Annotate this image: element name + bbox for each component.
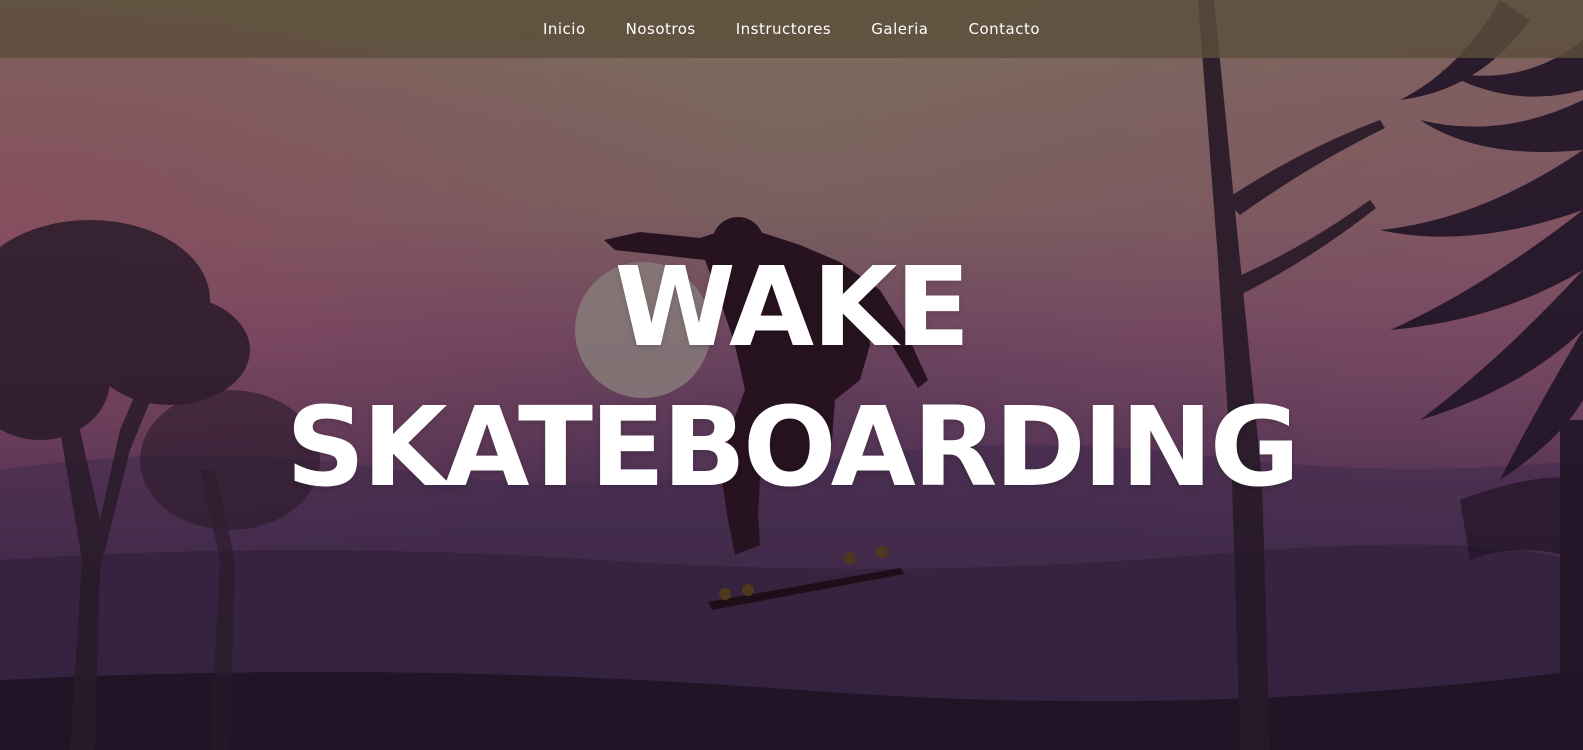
nav-item-galeria[interactable]: Galeria — [871, 16, 928, 42]
hero-section: Inicio Nosotros Instructores Galeria Con… — [0, 0, 1583, 750]
nav-item-instructores[interactable]: Instructores — [736, 16, 832, 42]
nav-item-contacto[interactable]: Contacto — [969, 16, 1041, 42]
main-nav: Inicio Nosotros Instructores Galeria Con… — [0, 0, 1583, 58]
hero-title-line-1: WAKE — [614, 243, 971, 371]
nav-item-nosotros[interactable]: Nosotros — [626, 16, 696, 42]
hero-title-line-2: SKATEBOARDING — [285, 383, 1300, 511]
nav-item-inicio[interactable]: Inicio — [543, 16, 586, 42]
hero-background-image — [0, 0, 1583, 750]
